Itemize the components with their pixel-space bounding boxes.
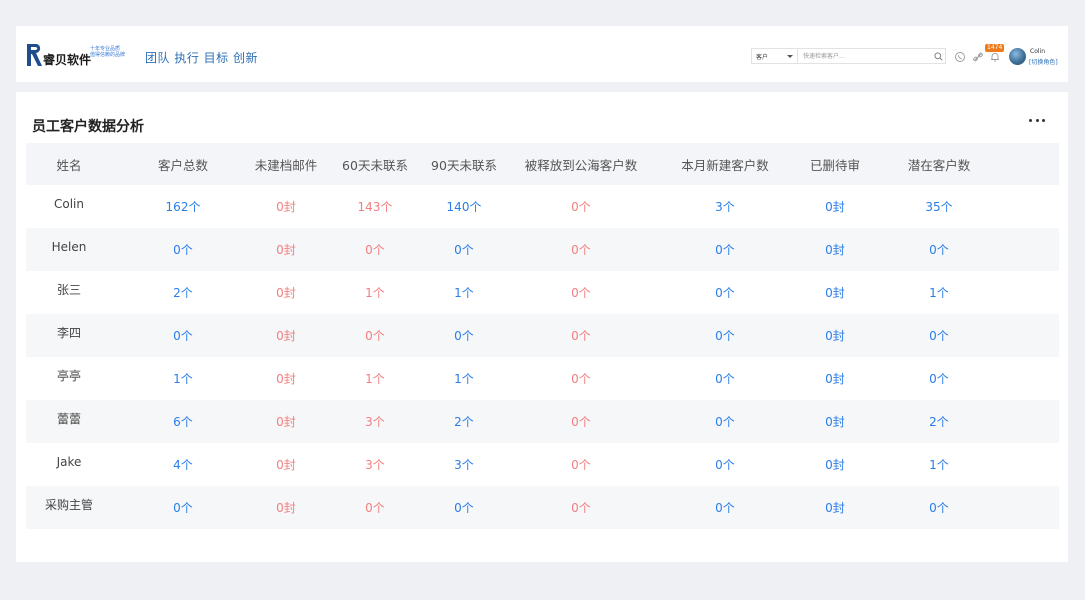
employee-name: 李四 [56, 326, 81, 340]
stat-value[interactable]: 35个 [879, 185, 999, 228]
stat-value[interactable]: 0个 [521, 271, 641, 314]
stat-value[interactable]: 0个 [521, 228, 641, 271]
stat-value[interactable]: 6个 [123, 400, 243, 443]
stat-value[interactable]: 0个 [665, 357, 785, 400]
table-row: 李四 0个 0封 0个 0个 0个 0个 0封 0个 [26, 314, 1059, 357]
stat-value[interactable]: 2个 [123, 271, 243, 314]
stat-value[interactable]: 162个 [123, 185, 243, 228]
stat-value[interactable]: 0封 [775, 228, 895, 271]
stat-value[interactable]: 0个 [404, 228, 524, 271]
logo-r-icon [27, 44, 42, 66]
notification-badge: 1474 [985, 44, 1005, 52]
brand-logo[interactable]: 睿贝软件 十年专业品质 值得信赖的品牌 [26, 43, 138, 69]
stat-value[interactable]: 0个 [879, 228, 999, 271]
logo-name: 睿贝软件 [43, 53, 92, 67]
column-header[interactable]: 90天未联系 [404, 143, 524, 185]
table-row: 张三 2个 0封 1个 1个 0个 0个 0封 1个 [26, 271, 1059, 314]
stat-value[interactable]: 0个 [123, 486, 243, 529]
employee-name: Colin [54, 196, 84, 211]
top-header: 睿贝软件 十年专业品质 值得信赖的品牌 团队 执行 目标 创新 客户 1474 … [16, 26, 1068, 82]
column-header[interactable]: 潜在客户数 [879, 143, 999, 185]
avatar[interactable] [1009, 48, 1026, 65]
stat-value[interactable]: 0个 [521, 443, 641, 486]
stat-value[interactable]: 0封 [775, 400, 895, 443]
switch-role-link[interactable]: [切换角色] [1029, 57, 1058, 66]
employee-name: Jake [56, 454, 82, 469]
stat-value[interactable]: 4个 [123, 443, 243, 486]
stat-value[interactable]: 0个 [879, 486, 999, 529]
stat-value[interactable]: 0封 [775, 357, 895, 400]
stat-value[interactable]: 0个 [879, 357, 999, 400]
logo-tagline: 十年专业品质 值得信赖的品牌 [90, 46, 126, 58]
stat-value[interactable]: 1个 [879, 271, 999, 314]
table-row: 蕾蕾 6个 0封 3个 2个 0个 0个 0封 2个 [26, 400, 1059, 443]
more-icon[interactable] [1029, 115, 1045, 125]
employee-name: 蕾蕾 [56, 412, 81, 426]
search-type-select[interactable]: 客户 [752, 49, 798, 63]
stat-value[interactable]: 0个 [665, 314, 785, 357]
stat-value[interactable]: 0个 [521, 314, 641, 357]
table-row: Jake 4个 0封 3个 3个 0个 0个 0封 1个 [26, 443, 1059, 486]
column-header[interactable]: 客户总数 [123, 143, 243, 185]
stat-value[interactable]: 0个 [665, 443, 785, 486]
whatsapp-icon[interactable] [954, 51, 966, 63]
stat-value[interactable]: 140个 [404, 185, 524, 228]
stat-value[interactable]: 3个 [665, 185, 785, 228]
stat-value[interactable]: 2个 [879, 400, 999, 443]
search-icon[interactable] [931, 49, 945, 63]
column-header[interactable]: 已删待审 [775, 143, 895, 185]
stat-value[interactable]: 0个 [879, 314, 999, 357]
employee-name: Helen [51, 239, 87, 254]
stat-value[interactable]: 0个 [521, 185, 641, 228]
customer-search: 客户 [751, 48, 946, 64]
employee-name: 张三 [56, 283, 81, 297]
employee-stats-panel: 员工客户数据分析 姓名 客户总数 未建档邮件 60天未联系 90天未联系 被释放到公海客户… [16, 92, 1068, 562]
stat-value[interactable]: 0个 [665, 271, 785, 314]
stat-value[interactable]: 0个 [404, 314, 524, 357]
stat-value[interactable]: 1个 [123, 357, 243, 400]
link-icon[interactable] [972, 51, 984, 63]
stat-value[interactable]: 0封 [775, 271, 895, 314]
stat-value[interactable]: 1个 [404, 357, 524, 400]
stat-value[interactable]: 0封 [775, 185, 895, 228]
stat-value[interactable]: 0封 [775, 486, 895, 529]
table-row: 采购主管 0个 0封 0个 0个 0个 0个 0封 0个 [26, 486, 1059, 529]
stat-value[interactable]: 0个 [665, 400, 785, 443]
bell-icon[interactable] [989, 51, 1001, 63]
stat-value[interactable]: 2个 [404, 400, 524, 443]
table-header-row: 姓名 客户总数 未建档邮件 60天未联系 90天未联系 被释放到公海客户数 本月新建客户数已… [26, 143, 1059, 185]
stat-value[interactable]: 0个 [521, 400, 641, 443]
stat-value[interactable]: 0个 [665, 228, 785, 271]
stat-value[interactable]: 1个 [404, 271, 524, 314]
stat-value[interactable]: 0个 [521, 486, 641, 529]
column-header[interactable]: 姓名 [9, 143, 129, 185]
stat-value[interactable]: 1个 [879, 443, 999, 486]
stat-value[interactable]: 0个 [123, 314, 243, 357]
stats-table: 姓名 客户总数 未建档邮件 60天未联系 90天未联系 被释放到公海客户数 本月新建客户数已… [26, 143, 1059, 529]
column-header[interactable]: 被释放到公海客户数 [521, 143, 641, 185]
column-header[interactable]: 本月新建客户数 [665, 143, 785, 185]
stat-value[interactable]: 0个 [123, 228, 243, 271]
employee-name: 采购主管 [44, 498, 93, 512]
stat-value[interactable]: 0封 [775, 314, 895, 357]
stat-value[interactable]: 3个 [404, 443, 524, 486]
table-row: Helen 0个 0封 0个 0个 0个 0个 0封 0个 [26, 228, 1059, 271]
employee-name: 亭亭 [56, 369, 81, 383]
stat-value[interactable]: 0个 [404, 486, 524, 529]
header-slogan: 团队 执行 目标 创新 [145, 51, 258, 65]
table-row: Colin 162个 0封 143个 140个 0个 3个 0封 35个 [26, 185, 1059, 228]
stat-value[interactable]: 0个 [665, 486, 785, 529]
page-title: 员工客户数据分析 [32, 119, 144, 135]
stat-value[interactable]: 0个 [521, 357, 641, 400]
stat-value[interactable]: 0封 [775, 443, 895, 486]
user-name[interactable]: Colin [1030, 48, 1045, 55]
table-row: 亭亭 1个 0封 1个 1个 0个 0个 0封 0个 [26, 357, 1059, 400]
chevron-down-icon [787, 55, 793, 58]
search-input[interactable] [798, 49, 931, 63]
